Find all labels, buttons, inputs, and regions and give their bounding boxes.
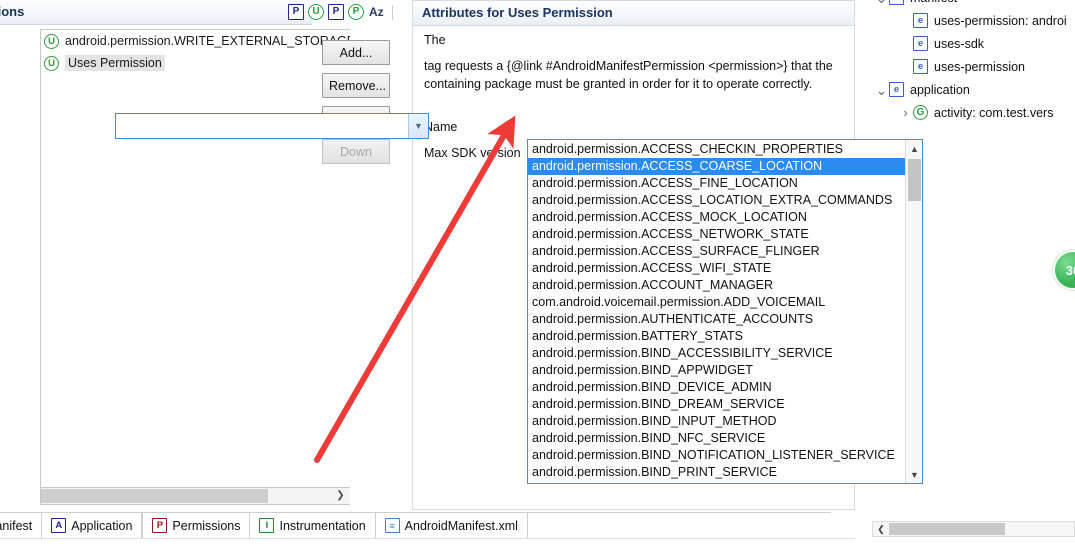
name-combobox[interactable]: ▼ <box>115 113 429 139</box>
dropdown-option[interactable]: android.permission.BIND_DREAM_SERVICE <box>528 396 906 413</box>
description-intro: The <box>424 33 446 47</box>
tab-label: Manifest <box>0 518 33 533</box>
list-item[interactable]: U Uses Permission <box>41 52 350 74</box>
dropdown-option[interactable]: android.permission.BIND_ACCESSIBILITY_SE… <box>528 345 906 362</box>
scroll-down-arrow-icon[interactable]: ▼ <box>906 466 922 483</box>
xml-element-icon: e <box>913 36 928 51</box>
tab-label: Instrumentation <box>279 518 366 533</box>
tab-icon: A <box>51 518 67 533</box>
tab-icon: P <box>152 518 168 533</box>
tree-horizontal-scrollbar[interactable]: ❮ <box>872 521 1075 537</box>
scrollbar-thumb[interactable] <box>889 523 1005 535</box>
tab-label: Permissions <box>172 518 241 533</box>
uses-permission-icon: U <box>44 55 59 71</box>
dropdown-option[interactable]: android.permission.ACCESS_SURFACE_FLINGE… <box>528 243 906 260</box>
dropdown-option[interactable]: android.permission.ACCESS_CHECKIN_PROPER… <box>528 141 906 158</box>
sort-alphabetically-icon[interactable]: Az <box>368 5 384 19</box>
name-input[interactable] <box>116 114 408 138</box>
filter-permission-icon[interactable]: P <box>288 4 304 20</box>
max-sdk-version-label: Max SDK version <box>424 146 521 160</box>
dropdown-option[interactable]: android.permission.BIND_INPUT_METHOD <box>528 413 906 430</box>
chevron-right-icon[interactable]: › <box>898 105 913 120</box>
add-button[interactable]: Add... <box>322 40 390 65</box>
list-item[interactable]: U android.permission.WRITE_EXTERNAL_STOR… <box>41 30 350 52</box>
permissions-toolbar: P U P P Az <box>288 4 1066 20</box>
tab-icon: ≡ <box>384 518 400 533</box>
dropdown-option[interactable]: android.permission.ACCESS_MOCK_LOCATION <box>528 209 906 226</box>
dropdown-option[interactable]: android.permission.ACCESS_WIFI_STATE <box>528 260 906 277</box>
filter-permission-tree-icon[interactable]: P <box>328 4 344 20</box>
scrollbar-thumb[interactable] <box>41 489 268 503</box>
tree-row-label: uses-sdk <box>934 36 985 51</box>
tree-row[interactable]: e uses-sdk <box>868 32 1075 55</box>
permissions-list-horizontal-scrollbar[interactable]: ❯ <box>40 488 350 505</box>
tree-row[interactable]: ⌄ e application <box>868 78 1075 101</box>
dropdown-option[interactable]: android.permission.AUTHENTICATE_ACCOUNTS <box>528 311 906 328</box>
dropdown-option[interactable]: com.android.voicemail.permission.ADD_VOI… <box>528 294 906 311</box>
dropdown-option[interactable]: android.permission.BATTERY_STATS <box>528 328 906 345</box>
permissions-panel-title: missions <box>0 4 25 19</box>
permissions-button-column: Add... Remove... Up Down <box>322 40 394 172</box>
chevron-down-icon[interactable]: ⌄ <box>874 83 889 97</box>
dropdown-option[interactable]: android.permission.ACCOUNT_MANAGER <box>528 277 906 294</box>
tree-row[interactable]: › Gactivity: com.test.vers <box>868 101 1075 124</box>
name-field-label: Name <box>424 120 458 134</box>
permissions-panel-header <box>0 0 312 25</box>
tab-label: AndroidManifest.xml <box>404 518 518 533</box>
bottom-spacer <box>0 540 1075 552</box>
dropdown-option[interactable]: android.permission.ACCESS_LOCATION_EXTRA… <box>528 192 906 209</box>
xml-element-icon: e <box>889 82 904 97</box>
dropdown-option[interactable]: android.permission.BIND_DEVICE_ADMIN <box>528 379 906 396</box>
scroll-left-arrow-icon[interactable]: ❮ <box>873 522 889 536</box>
tab-icon: I <box>259 518 275 533</box>
toolbar-divider <box>391 4 393 20</box>
scroll-up-arrow-icon[interactable]: ▲ <box>906 140 922 157</box>
tree-row-label: application <box>910 82 970 97</box>
dropdown-option[interactable]: android.permission.BIND_PRINT_SERVICE <box>528 464 906 481</box>
dropdown-options[interactable]: android.permission.ACCESS_CHECKIN_PROPER… <box>528 140 906 483</box>
dropdown-option[interactable]: android.permission.ACCESS_FINE_LOCATION <box>528 175 906 192</box>
editor-tab-bar: Manifest A Application P Permissions I Instrum… <box>0 512 831 538</box>
dropdown-option[interactable]: android.permission.BIND_NOTIFICATION_LIS… <box>528 447 906 464</box>
tab-label: Application <box>71 518 133 533</box>
xml-element-icon: e <box>913 59 928 74</box>
tab-manifest[interactable]: Manifest <box>0 513 43 538</box>
scrollbar-thumb[interactable] <box>908 159 921 201</box>
scroll-right-arrow-icon[interactable]: ❯ <box>332 488 349 503</box>
tab-permissions[interactable]: P Permissions <box>142 513 251 538</box>
dropdown-option[interactable]: android.permission.ACCESS_NETWORK_STATE <box>528 226 906 243</box>
tree-row-label: uses-permission <box>934 59 1026 74</box>
tab-instrumentation[interactable]: I Instrumentation <box>250 513 376 538</box>
tab-application[interactable]: A Application <box>42 513 143 538</box>
filter-uses-permission-icon[interactable]: U <box>308 4 324 20</box>
tab-androidmanifest-xml[interactable]: ≡ AndroidManifest.xml <box>375 513 528 538</box>
tree-row-label: activity: com.test.vers <box>934 105 1054 120</box>
attributes-description: The tag requests a {@link #AndroidManife… <box>424 33 844 93</box>
remove-button[interactable]: Remove... <box>322 73 390 98</box>
tree-row[interactable]: e uses-permission <box>868 55 1075 78</box>
activity-icon: G <box>913 105 928 120</box>
dropdown-option[interactable]: android.permission.ACCESS_COARSE_LOCATIO… <box>528 158 906 175</box>
dropdown-vertical-scrollbar[interactable]: ▲ ▼ <box>905 140 922 483</box>
down-button: Down <box>322 139 390 164</box>
list-item-label: android.permission.WRITE_EXTERNAL_STORAG… <box>65 34 350 48</box>
uses-permission-icon: U <box>44 33 59 49</box>
chevron-down-icon[interactable]: ▼ <box>408 114 428 138</box>
permission-dropdown-list[interactable]: android.permission.ACCESS_CHECKIN_PROPER… <box>527 139 923 484</box>
dropdown-option[interactable]: android.permission.BIND_NFC_SERVICE <box>528 430 906 447</box>
permissions-list[interactable]: U android.permission.WRITE_EXTERNAL_STOR… <box>40 29 350 488</box>
list-item-label: Uses Permission <box>65 55 165 71</box>
filter-permission-group-icon[interactable]: P <box>348 4 364 20</box>
description-body: tag requests a {@link #AndroidManifestPe… <box>424 59 833 91</box>
dropdown-option[interactable]: android.permission.BIND_APPWIDGET <box>528 362 906 379</box>
